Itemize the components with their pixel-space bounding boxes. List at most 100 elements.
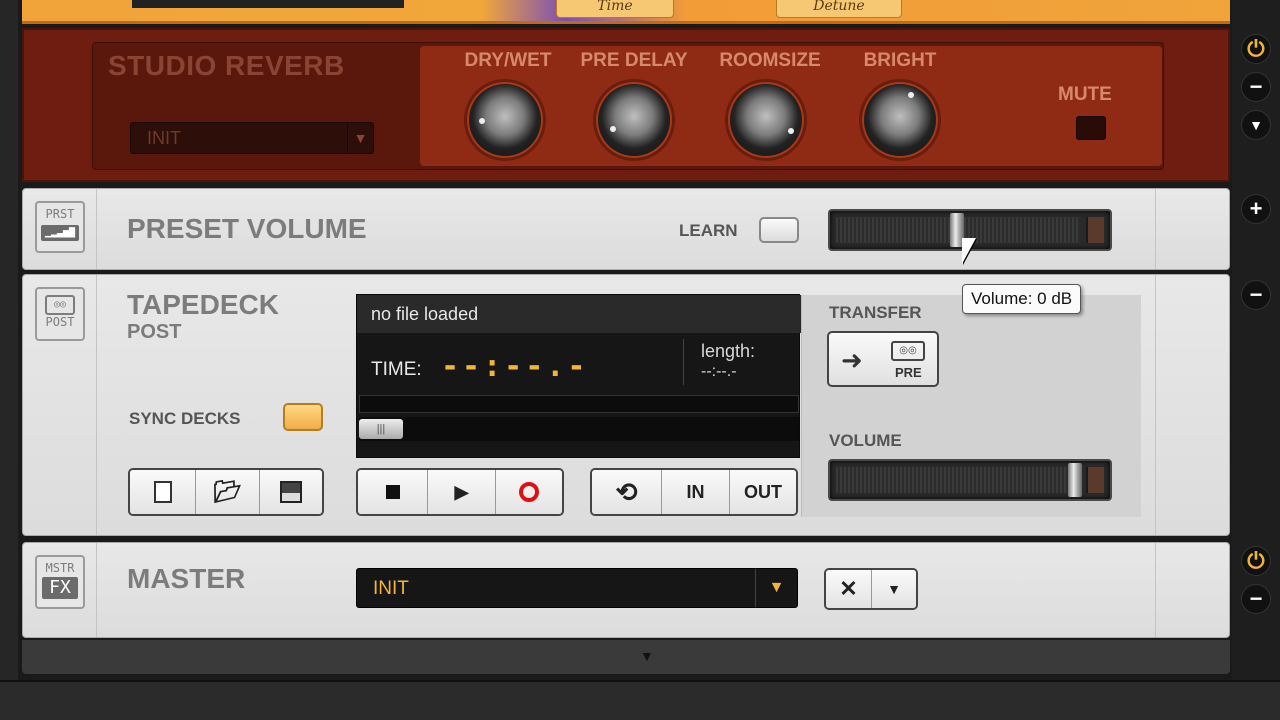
fader-end-cap: [1086, 467, 1104, 493]
badge-text: POST: [45, 315, 75, 329]
remove-fx-button[interactable]: ✕: [826, 570, 872, 608]
learn-button[interactable]: [759, 217, 799, 243]
tapedeck-volume-label: VOLUME: [829, 431, 902, 450]
tapedeck-volume-fader[interactable]: [828, 459, 1112, 501]
time-label: TIME:: [371, 359, 422, 380]
dry-wet-label: DRY/WET: [464, 50, 552, 71]
loop-button[interactable]: ⟲: [592, 470, 662, 514]
previous-module-strip: Time Detune: [22, 0, 1230, 24]
transport-button-group: ▶: [356, 468, 564, 516]
transfer-button[interactable]: ➜ ◎◎ PRE: [827, 331, 939, 387]
fader-end-cap: [1086, 217, 1104, 243]
chevron-down-icon: ▼: [755, 569, 797, 607]
mute-button[interactable]: [1076, 116, 1106, 140]
master-collapse-button[interactable]: −: [1241, 584, 1271, 614]
time-readout: --:--.-: [441, 349, 589, 384]
minus-icon: −: [1249, 74, 1263, 99]
previous-module-display: [132, 0, 404, 8]
play-icon: ▶: [454, 481, 469, 502]
preset-volume-expand-button[interactable]: +: [1241, 194, 1271, 224]
file-button-group: 📂︎: [128, 468, 324, 516]
pre-delay-knob[interactable]: [598, 84, 670, 156]
cassette-icon: ◎◎: [891, 341, 925, 361]
sync-decks-label: SYNC DECKS: [129, 409, 241, 428]
tapedeck-title: TAPEDECK: [127, 289, 279, 320]
fader-groove: [836, 467, 1080, 493]
fx-menu-button[interactable]: ▼: [872, 570, 916, 608]
module-right-panel: [1155, 189, 1229, 269]
reverb-power-button[interactable]: ⏻: [1241, 34, 1271, 64]
volume-tooltip: Volume: 0 dB: [962, 284, 1082, 314]
scroll-handle[interactable]: |||: [359, 419, 403, 439]
badge-text: PRST: [45, 207, 75, 221]
chevron-down-icon: ▼: [887, 581, 901, 597]
badge-fx: FX: [42, 577, 78, 599]
close-icon: ✕: [839, 576, 858, 601]
bright-knob[interactable]: [864, 84, 936, 156]
roomsize-label: ROOMSIZE: [719, 50, 821, 71]
new-file-button[interactable]: [130, 470, 196, 514]
open-file-button[interactable]: 📂︎: [196, 470, 260, 514]
length-label: length:: [701, 341, 756, 361]
transfer-label: TRANSFER: [829, 303, 922, 322]
save-file-button[interactable]: [260, 470, 322, 514]
loop-in-button[interactable]: IN: [662, 470, 730, 514]
master-power-button[interactable]: ⏻: [1241, 546, 1271, 576]
master-badge: MSTR FX: [35, 555, 85, 609]
display-divider: [683, 339, 684, 385]
play-button[interactable]: ▶: [428, 470, 496, 514]
module-right-panel: [1155, 543, 1229, 637]
transfer-target-label: PRE: [895, 365, 922, 380]
folder-open-icon: 📂︎: [213, 479, 242, 504]
length-readout: --:--.-: [701, 363, 737, 380]
preset-volume-title: PRESET VOLUME: [127, 213, 367, 244]
pre-delay-label: PRE DELAY: [580, 50, 688, 71]
detune-control[interactable]: Detune: [776, 0, 902, 18]
chevron-down-icon: ▼: [1249, 117, 1263, 133]
mouse-cursor-icon: [962, 238, 976, 264]
chevron-down-icon: ▼: [347, 123, 373, 153]
dry-wet-knob[interactable]: [469, 84, 541, 156]
expand-down-icon[interactable]: ▼: [640, 648, 654, 664]
save-icon: [280, 481, 302, 503]
tapedeck-badge: ◎◎ POST: [35, 287, 85, 341]
reverb-preset-dropdown[interactable]: INIT ▼: [130, 122, 374, 154]
loop-out-button[interactable]: OUT: [730, 470, 796, 514]
roomsize-knob[interactable]: [730, 84, 802, 156]
stop-icon: [385, 485, 400, 499]
power-icon: ⏻: [1247, 548, 1265, 573]
learn-label: LEARN: [679, 221, 738, 240]
sync-decks-button[interactable]: [283, 403, 323, 431]
bright-label: BRIGHT: [863, 50, 937, 71]
stop-button[interactable]: [358, 470, 428, 514]
mute-label: MUTE: [1058, 84, 1112, 105]
reverb-title: STUDIO REVERB: [108, 50, 345, 81]
left-border: [0, 0, 18, 720]
loop-button-group: ⟲ IN OUT: [590, 468, 798, 516]
position-track[interactable]: [359, 395, 799, 413]
reverb-collapse-button[interactable]: −: [1241, 72, 1271, 102]
minus-icon: −: [1249, 282, 1263, 307]
tapedeck-display: no file loaded TIME: --:--.- length: --:…: [356, 294, 801, 458]
rack-footer: ▼: [22, 640, 1230, 674]
master-title: MASTER: [127, 563, 246, 594]
reverb-menu-button[interactable]: ▼: [1241, 110, 1271, 140]
reverb-preset-value: INIT: [147, 128, 181, 148]
record-icon: [519, 482, 539, 502]
tapedeck-collapse-button[interactable]: −: [1241, 280, 1271, 310]
minus-icon: −: [1249, 586, 1263, 611]
cassette-icon: ◎◎: [45, 295, 75, 315]
time-control[interactable]: Time: [556, 0, 674, 18]
record-button[interactable]: [496, 470, 562, 514]
new-file-icon: [153, 481, 172, 503]
plugin-window: Time Detune STUDIO REVERB INIT ▼ DRY/WET…: [0, 0, 1280, 720]
power-icon: ⏻: [1247, 36, 1265, 61]
module-right-panel: [1155, 275, 1229, 535]
master-preset-value: INIT: [373, 578, 409, 599]
loop-icon: ⟲: [615, 476, 638, 507]
master-fx-button-group: ✕ ▼: [824, 568, 918, 610]
zoom-track[interactable]: [359, 417, 799, 441]
master-preset-dropdown[interactable]: INIT ▼: [356, 568, 798, 608]
tapedeck-volume-fader-handle[interactable]: [1068, 463, 1082, 497]
tapedeck-subtitle: POST: [127, 321, 182, 343]
